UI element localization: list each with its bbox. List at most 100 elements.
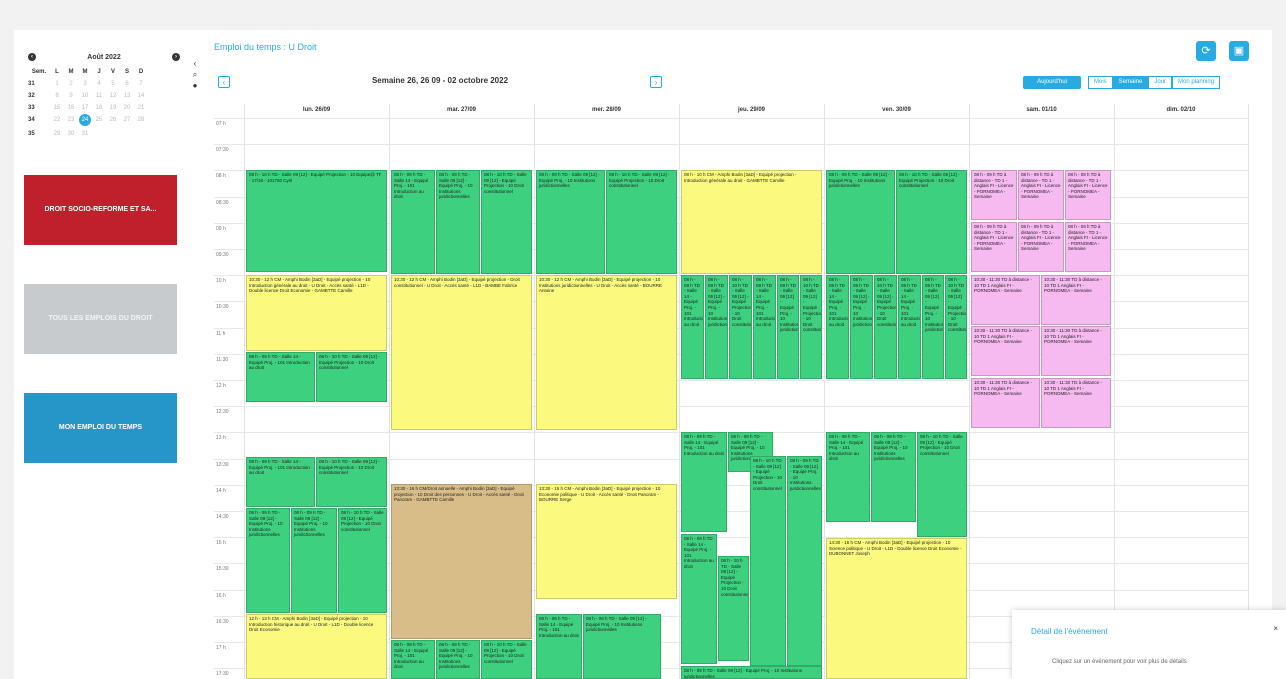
- event-sat-2[interactable]: 08 h - 09 h TD à distance - TD 1 - Angla…: [1018, 170, 1064, 220]
- next-week-button[interactable]: ›: [650, 76, 662, 88]
- mini-calendar-day[interactable]: 18: [92, 104, 106, 112]
- event-tue-2[interactable]: 08 h - 09 h TD - Salle 09 [12] - Equipé …: [436, 170, 480, 274]
- mini-calendar-day[interactable]: 22: [50, 116, 64, 124]
- event-mon-10[interactable]: 12 h - 13 h CM - Amphi Bodin [3aD] - Equ…: [246, 614, 387, 679]
- mini-calendar-day[interactable]: 29: [50, 130, 64, 138]
- event-fri-10[interactable]: 08 h - 09 h TD - Salle 09 [12] - Equipé …: [871, 432, 916, 522]
- event-tue-7[interactable]: 08 h - 09 h TD - Salle 09 [12] - Equipé …: [436, 640, 480, 679]
- event-thu-3[interactable]: 08 h - 09 h TD - Salle 09 [12] - Equipé …: [705, 275, 728, 379]
- event-fri-11[interactable]: 08 h - 10 h TD - Salle 09 [12] - Equipé …: [917, 432, 967, 537]
- event-thu-4[interactable]: 08 h - 10 h TD - Salle 09 [12] - Equipé …: [729, 275, 752, 379]
- event-wed-3[interactable]: 10:30 - 12 h CM - Amphi Bodin [3aD] - Eq…: [536, 275, 677, 430]
- mini-calendar-day[interactable]: 16: [64, 104, 78, 112]
- event-mon-6[interactable]: 08 h - 10 h TD - Salle 09 [12] - Equipé …: [316, 457, 387, 507]
- event-thu-2[interactable]: 08 h - 09 h TD - Salle 14 - Equipé Proj.…: [681, 275, 704, 379]
- mini-calendar-day[interactable]: 19: [106, 104, 120, 112]
- mini-calendar-day[interactable]: 30: [64, 130, 78, 138]
- event-tue-4[interactable]: 10:30 - 12 h CM - Amphi Bodin [3aD] - Eq…: [391, 275, 532, 430]
- event-fri-9[interactable]: 08 h - 09 h TD - Salle 14 - Equipé Proj.…: [826, 432, 870, 522]
- event-tue-6[interactable]: 08 h - 09 h TD - Salle 14 - Equipé Proj.…: [391, 640, 435, 679]
- mini-calendar-day[interactable]: 17: [78, 104, 92, 112]
- tile-all-schedules[interactable]: TOUS LES EMPLOIS DU DROIT: [24, 284, 177, 354]
- event-sat-10[interactable]: 10:30 - 11:30 TD à distance - 10 TD 1 An…: [1041, 326, 1111, 376]
- mini-calendar-day[interactable]: 13: [120, 92, 134, 100]
- event-thu-12[interactable]: 08 h - 09 h TD - Salle 14 - Equipé Proj.…: [681, 534, 717, 664]
- mini-calendar-day[interactable]: 1: [50, 80, 64, 88]
- tile-my-schedule[interactable]: MON EMPLOI DU TEMPS: [24, 393, 177, 463]
- mini-calendar-day[interactable]: 11: [92, 92, 106, 100]
- event-thu-10[interactable]: 08 h - 10 h TD - Salle 09 [12] - Equipé …: [750, 456, 786, 666]
- event-mon-7[interactable]: 08 h - 09 h TD - Salle 09 [12] - Equipé …: [246, 508, 290, 613]
- event-thu-1[interactable]: 08 h - 10 h CM - Amphi Bodin [3aD] - Equ…: [681, 170, 822, 274]
- event-mon-1[interactable]: 08 h - 10 h TD - Salle 09 [12] - Equipé …: [246, 170, 387, 272]
- today-button[interactable]: Aujourd'hui: [1023, 76, 1081, 89]
- mini-calendar-day[interactable]: 9: [64, 92, 78, 100]
- close-icon[interactable]: ×: [1273, 624, 1278, 633]
- mini-calendar-day[interactable]: 3: [78, 80, 92, 88]
- view-month[interactable]: Mois: [1088, 76, 1113, 89]
- collapse-icon[interactable]: ‹: [190, 58, 200, 69]
- event-thu-8[interactable]: 08 h - 09 h TD - Salle 14 - Equipé Proj.…: [681, 432, 727, 532]
- tile-group-droit[interactable]: DROIT SOCIO-REFORME ET SA...: [24, 175, 177, 245]
- event-mon-2[interactable]: 10:30 - 12 h CM - Amphi Bodin [3aD] - Eq…: [246, 275, 387, 351]
- event-thu-5[interactable]: 08 h - 09 h TD - Salle 14 - Equipé Proj.…: [753, 275, 776, 379]
- view-day[interactable]: Jour: [1148, 76, 1173, 89]
- mini-calendar-day[interactable]: 14: [134, 92, 148, 100]
- event-tue-8[interactable]: 08 h - 10 h TD - Salle 09 [12] - Equipé …: [481, 640, 532, 679]
- mini-calendar-day[interactable]: 20: [120, 104, 134, 112]
- event-mon-3[interactable]: 08 h - 09 h TD - Salle 14 - Equipé Proj.…: [246, 352, 315, 402]
- event-thu-7[interactable]: 08 h - 10 h TD - Salle 09 [12] - Equipé …: [800, 275, 822, 379]
- event-fri-7[interactable]: 08 h - 09 h TD - Salle 09 [12] - Equipé …: [922, 275, 944, 379]
- mini-calendar-day[interactable]: 24: [79, 114, 91, 126]
- next-month-icon[interactable]: ›: [172, 53, 180, 61]
- prev-month-icon[interactable]: ‹: [28, 53, 36, 61]
- mini-calendar-day[interactable]: 23: [64, 116, 78, 124]
- event-tue-1[interactable]: 08 h - 09 h TD - Salle 14 - Equipé Proj.…: [391, 170, 435, 274]
- mini-calendar-day[interactable]: 2: [64, 80, 78, 88]
- mini-calendar-day[interactable]: 31: [78, 130, 92, 138]
- mini-calendar-day[interactable]: 7: [134, 80, 148, 88]
- event-sat-3[interactable]: 08 h - 09 h TD à distance - TD 1 - Angla…: [1065, 170, 1111, 220]
- event-fri-12[interactable]: 14:30 - 16 h CM - Amphi Bodin [3aD] - Eq…: [826, 538, 967, 679]
- event-sat-1[interactable]: 08 h - 09 h TD à distance - TD 1 - Angla…: [971, 170, 1017, 220]
- settings-icon[interactable]: ●: [190, 80, 200, 91]
- mini-calendar-day[interactable]: 10: [78, 92, 92, 100]
- mini-calendar-day[interactable]: 8: [50, 92, 64, 100]
- event-wed-5[interactable]: 08 h - 09 h TD - Salle 14 - Equipé Proj.…: [536, 614, 582, 679]
- event-fri-8[interactable]: 08 h - 10 h TD - Salle 09 [12] - Equipé …: [945, 275, 967, 379]
- event-mon-9[interactable]: 08 h - 10 h TD - Salle 09 [12] - Equipé …: [338, 508, 387, 613]
- event-mon-8[interactable]: 08 h - 09 h TD - Salle 09 [12] - Equipé …: [291, 508, 337, 613]
- event-wed-6[interactable]: 08 h - 09 h TD - Salle 09 [12] - Equipé …: [583, 614, 661, 679]
- event-wed-2[interactable]: 08 h - 10 h TD - Salle 09 [12] - Equipé …: [606, 170, 677, 274]
- event-sat-7[interactable]: 10:30 - 11:30 TD à distance - 10 TD 1 An…: [971, 275, 1040, 325]
- event-sat-11[interactable]: 10:30 - 11:30 TD à distance - 10 TD 1 An…: [971, 378, 1040, 428]
- event-fri-3[interactable]: 08 h - 09 h TD - Salle 14 - Equipé Proj.…: [826, 275, 849, 379]
- mini-calendar-day[interactable]: 28: [134, 116, 148, 124]
- event-wed-4[interactable]: 13:30 - 15 h CM - Amphi Bodin [3aD] - Eq…: [536, 484, 677, 599]
- event-thu-14[interactable]: 08 h - 09 h TD - Salle 09 [12] - Equipé …: [681, 666, 822, 679]
- view-week[interactable]: Semaine: [1112, 76, 1149, 89]
- event-fri-2[interactable]: 08 h - 10 h TD - Salle 09 [12] - Equipé …: [896, 170, 967, 274]
- event-fri-4[interactable]: 08 h - 09 h TD - Salle 09 [12] - Equipé …: [850, 275, 873, 379]
- mini-calendar-day[interactable]: 27: [120, 116, 134, 124]
- mini-calendar-day[interactable]: 5: [106, 80, 120, 88]
- event-mon-5[interactable]: 08 h - 09 h TD - Salle 14 - Equipé Proj.…: [246, 457, 315, 507]
- mini-calendar-day[interactable]: 15: [50, 104, 64, 112]
- mini-calendar-day[interactable]: 6: [120, 80, 134, 88]
- print-button[interactable]: ▣: [1229, 41, 1249, 61]
- event-sat-4[interactable]: 08 h - 09 h TD à distance - TD 1 - Angla…: [971, 222, 1017, 272]
- mini-calendar-day[interactable]: 25: [92, 116, 106, 124]
- event-thu-11[interactable]: 08 h - 09 h TD - Salle 09 [12] - Equipé …: [787, 456, 822, 666]
- event-sat-9[interactable]: 10:30 - 11:30 TD à distance - 10 TD 1 An…: [971, 326, 1040, 376]
- mini-calendar-day[interactable]: 4: [92, 80, 106, 88]
- prev-week-button[interactable]: ‹: [218, 76, 230, 88]
- event-thu-6[interactable]: 08 h - 09 h TD - Salle 09 [12] - Equipé …: [777, 275, 799, 379]
- event-wed-1[interactable]: 08 h - 09 h TD - Salle 09 [12] - Equipé …: [536, 170, 605, 274]
- event-sat-12[interactable]: 10:30 - 11:30 TD à distance - 10 TD 1 An…: [1041, 378, 1111, 428]
- mini-calendar-day[interactable]: 26: [106, 116, 120, 124]
- event-fri-5[interactable]: 08 h - 10 h TD - Salle 09 [12] - Equipé …: [874, 275, 897, 379]
- search-icon[interactable]: ⌕: [190, 69, 200, 80]
- event-sat-8[interactable]: 10:30 - 11:30 TD à distance - 10 TD 1 An…: [1041, 275, 1111, 325]
- view-my-planning[interactable]: Mon planning: [1172, 76, 1221, 89]
- refresh-button[interactable]: ⟳: [1196, 41, 1216, 61]
